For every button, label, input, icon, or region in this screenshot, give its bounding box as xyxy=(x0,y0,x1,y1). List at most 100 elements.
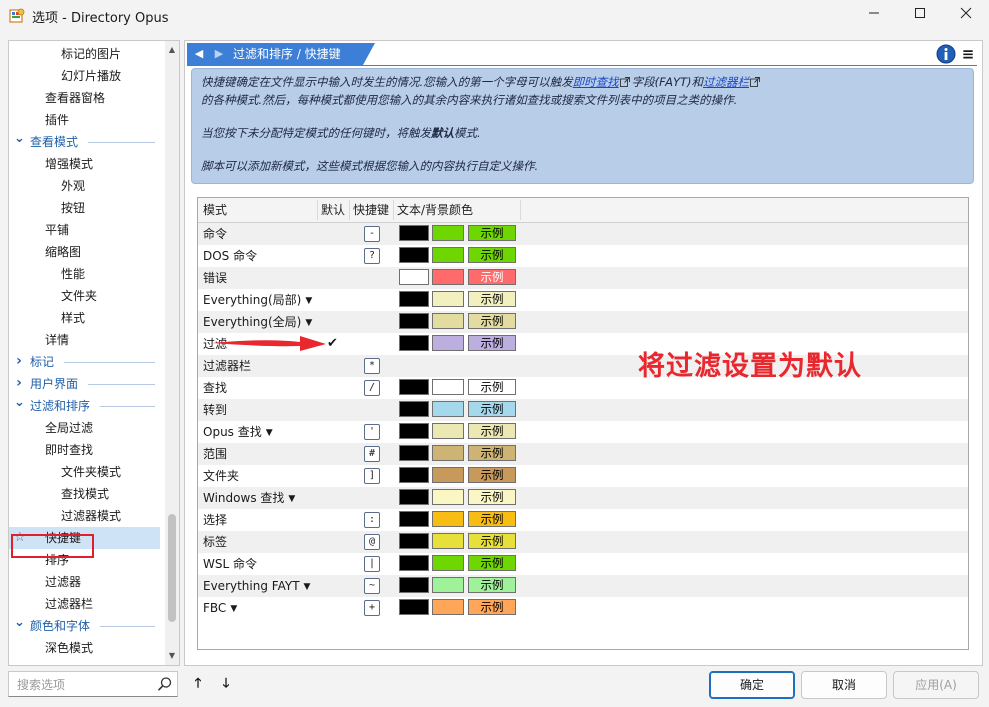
sidebar-item[interactable]: 过滤器 xyxy=(9,571,160,593)
apply-button[interactable]: 应用(A) xyxy=(893,671,979,699)
sidebar-item[interactable]: 外观 xyxy=(9,175,160,197)
sidebar-item[interactable]: 插件 xyxy=(9,109,160,131)
hotkey-key[interactable]: ? xyxy=(364,248,380,264)
search-input[interactable] xyxy=(15,675,159,695)
sidebar-item[interactable]: ⌄ 颜色和字体 xyxy=(9,615,160,637)
sidebar-item[interactable]: 性能 xyxy=(9,263,160,285)
sidebar-item[interactable]: › 标记 xyxy=(9,351,160,373)
text-color-swatch[interactable] xyxy=(399,511,429,527)
scroll-down-icon[interactable]: ▼ xyxy=(165,651,179,660)
mode-row[interactable]: 命令 - 示例 xyxy=(198,223,968,245)
background-color-swatch[interactable] xyxy=(432,577,464,593)
scroll-thumb[interactable] xyxy=(168,514,176,622)
sidebar-item[interactable]: 文件夹 xyxy=(9,285,160,307)
info-icon[interactable] xyxy=(936,44,956,64)
background-color-swatch[interactable] xyxy=(432,467,464,483)
text-color-swatch[interactable] xyxy=(399,577,429,593)
mode-row[interactable]: Everything(局部) ▼ 示例 xyxy=(198,289,968,311)
background-color-swatch[interactable] xyxy=(432,423,464,439)
hotkey-key[interactable]: ' xyxy=(364,424,380,440)
chevron-right-icon[interactable]: › xyxy=(14,372,24,394)
hotkey-key[interactable]: ] xyxy=(364,468,380,484)
default-checkmark-icon[interactable]: ✔ xyxy=(327,333,338,355)
text-color-swatch[interactable] xyxy=(399,401,429,417)
column-header-colors[interactable]: 文本/背景颜色 xyxy=(397,198,473,222)
text-color-swatch[interactable] xyxy=(399,423,429,439)
sidebar-item[interactable]: 按钮 xyxy=(9,197,160,219)
mode-row[interactable]: WSL 命令 | 示例 xyxy=(198,553,968,575)
hotkey-key[interactable]: * xyxy=(364,358,380,374)
background-color-swatch[interactable] xyxy=(432,335,464,351)
search-icon[interactable] xyxy=(157,676,173,692)
background-color-swatch[interactable] xyxy=(432,533,464,549)
hotkey-key[interactable]: ~ xyxy=(364,578,380,594)
hotkey-key[interactable]: : xyxy=(364,512,380,528)
text-color-swatch[interactable] xyxy=(399,555,429,571)
background-color-swatch[interactable] xyxy=(432,445,464,461)
text-color-swatch[interactable] xyxy=(399,225,429,241)
sidebar-item[interactable]: › 用户界面 xyxy=(9,373,160,395)
column-header-default[interactable]: 默认 xyxy=(321,198,345,222)
text-color-swatch[interactable] xyxy=(399,445,429,461)
background-color-swatch[interactable] xyxy=(432,489,464,505)
back-button[interactable]: ◀ xyxy=(191,46,207,62)
text-color-swatch[interactable] xyxy=(399,533,429,549)
text-color-swatch[interactable] xyxy=(399,467,429,483)
mode-row[interactable]: 范围 # 示例 xyxy=(198,443,968,465)
dropdown-caret-icon[interactable]: ▼ xyxy=(304,576,311,598)
mode-row[interactable]: FBC ▼ + 示例 xyxy=(198,597,968,619)
background-color-swatch[interactable] xyxy=(432,555,464,571)
mode-row[interactable]: Opus 查找 ▼ ' 示例 xyxy=(198,421,968,443)
background-color-swatch[interactable] xyxy=(432,269,464,285)
text-color-swatch[interactable] xyxy=(399,313,429,329)
hotkey-key[interactable]: @ xyxy=(364,534,380,550)
background-color-swatch[interactable] xyxy=(432,313,464,329)
background-color-swatch[interactable] xyxy=(432,247,464,263)
minimize-button[interactable] xyxy=(851,0,897,32)
text-color-swatch[interactable] xyxy=(399,599,429,615)
chevron-right-icon[interactable]: › xyxy=(14,350,24,372)
mode-row[interactable]: Everything(全局) ▼ 示例 xyxy=(198,311,968,333)
filter-bar-link[interactable]: 过滤器栏 xyxy=(703,75,749,89)
mode-row[interactable]: 选择: 示例 xyxy=(198,509,968,531)
sidebar-item[interactable]: 详情 xyxy=(9,329,160,351)
background-color-swatch[interactable] xyxy=(432,511,464,527)
dropdown-caret-icon[interactable]: ▼ xyxy=(266,422,273,444)
text-color-swatch[interactable] xyxy=(399,379,429,395)
sidebar-item[interactable]: 全局过滤 xyxy=(9,417,160,439)
sidebar-item[interactable]: 平铺 xyxy=(9,219,160,241)
text-color-swatch[interactable] xyxy=(399,247,429,263)
sidebar-item[interactable]: 过滤器模式 xyxy=(9,505,160,527)
background-color-swatch[interactable] xyxy=(432,401,464,417)
sidebar-item[interactable]: 缩略图 xyxy=(9,241,160,263)
sidebar-item[interactable]: ⌄ 过滤和排序 xyxy=(9,395,160,417)
sidebar-item[interactable]: ⌄ 查看模式 xyxy=(9,131,160,153)
mode-row[interactable]: 转到 示例 xyxy=(198,399,968,421)
sidebar-item[interactable]: 文件夹模式 xyxy=(9,461,160,483)
background-color-swatch[interactable] xyxy=(432,599,464,615)
chevron-down-icon[interactable]: ⌄ xyxy=(14,128,25,150)
tree-scrollbar[interactable]: ▲ ▼ xyxy=(165,41,179,665)
mode-row[interactable]: DOS 命令? 示例 xyxy=(198,245,968,267)
text-color-swatch[interactable] xyxy=(399,335,429,351)
chevron-down-icon[interactable]: ⌄ xyxy=(14,612,25,634)
dropdown-caret-icon[interactable]: ▼ xyxy=(305,290,312,312)
dropdown-caret-icon[interactable]: ▼ xyxy=(230,598,237,620)
forward-button[interactable]: ▶ xyxy=(211,46,227,62)
mode-row[interactable]: Windows 查找 ▼ 示例 xyxy=(198,487,968,509)
sidebar-item[interactable]: 增强模式 xyxy=(9,153,160,175)
menu-button[interactable]: ≡ xyxy=(961,45,975,63)
column-header-mode[interactable]: 模式 xyxy=(203,198,227,222)
sidebar-item[interactable]: 幻灯片播放 xyxy=(9,65,160,87)
hotkey-key[interactable]: # xyxy=(364,446,380,462)
hotkey-key[interactable]: - xyxy=(364,226,380,242)
sidebar-item[interactable]: 查看器窗格 xyxy=(9,87,160,109)
mode-row[interactable]: 文件夹] 示例 xyxy=(198,465,968,487)
mode-row[interactable]: 错误 示例 xyxy=(198,267,968,289)
sidebar-item[interactable]: 查找模式 xyxy=(9,483,160,505)
text-color-swatch[interactable] xyxy=(399,489,429,505)
scroll-up-icon[interactable]: ▲ xyxy=(165,45,179,54)
column-header-hotkey[interactable]: 快捷键 xyxy=(353,198,389,222)
text-color-swatch[interactable] xyxy=(399,291,429,307)
mode-row[interactable]: Everything FAYT ▼ ~ 示例 xyxy=(198,575,968,597)
